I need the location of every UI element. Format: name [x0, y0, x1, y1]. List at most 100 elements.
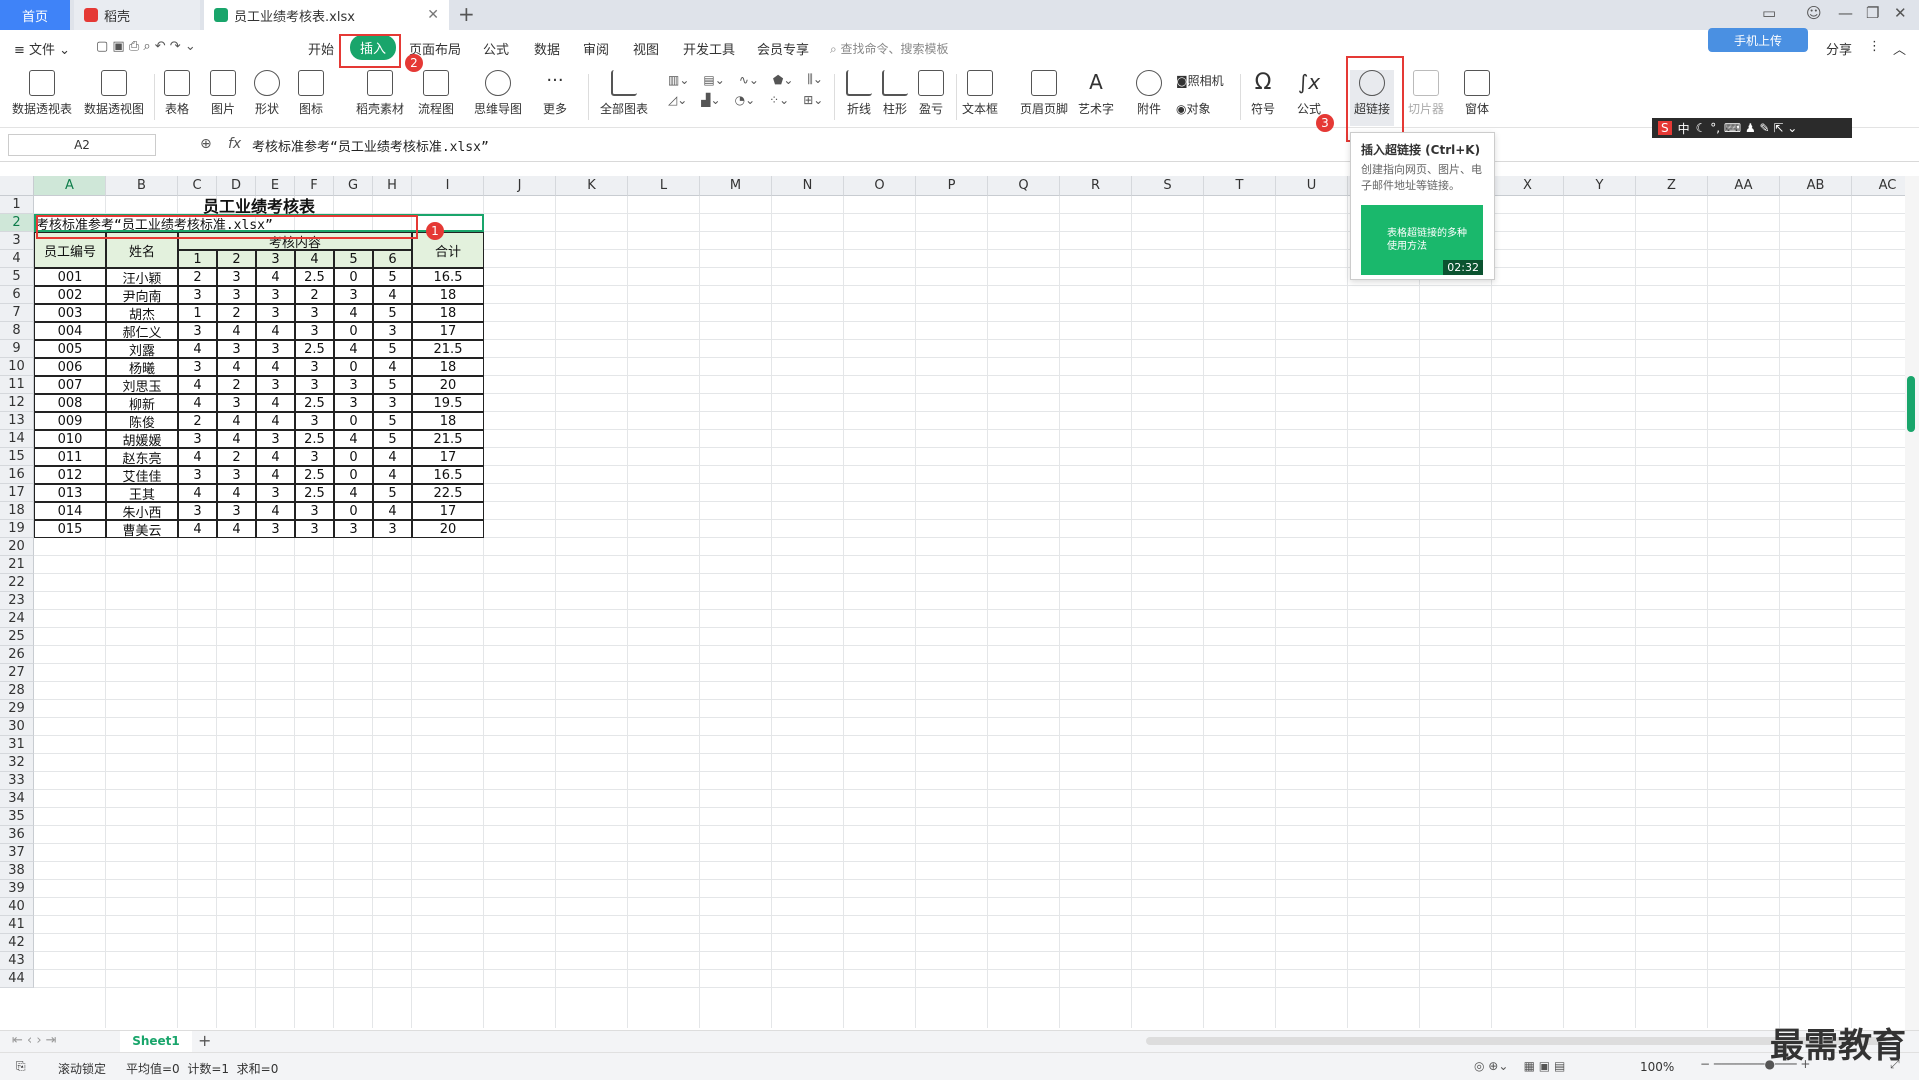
table-cell[interactable]: 008	[34, 394, 106, 412]
table-cell[interactable]: 0	[334, 448, 373, 466]
sheet-tab-sheet1[interactable]: Sheet1	[120, 1031, 192, 1052]
menu-start[interactable]: 开始	[308, 39, 334, 58]
row-header[interactable]: 3	[0, 232, 34, 250]
row-header[interactable]: 35	[0, 808, 34, 826]
row-header[interactable]: 18	[0, 502, 34, 520]
column-header[interactable]: T	[1204, 176, 1276, 196]
pie-chart-icon[interactable]: ◔⌄	[735, 93, 756, 107]
table-cell[interactable]: 3	[178, 466, 217, 484]
menu-view[interactable]: 视图	[633, 39, 659, 58]
picture-button[interactable]: 图片	[210, 70, 236, 117]
table-cell[interactable]: 4	[178, 394, 217, 412]
column-header[interactable]: G	[334, 176, 373, 196]
column-header[interactable]: Q	[988, 176, 1060, 196]
row-header[interactable]: 38	[0, 862, 34, 880]
column-header[interactable]: S	[1132, 176, 1204, 196]
column-header[interactable]: L	[628, 176, 700, 196]
table-cell[interactable]: 4	[256, 412, 295, 430]
row-header[interactable]: 36	[0, 826, 34, 844]
table-cell[interactable]: 2	[217, 304, 256, 322]
table-cell[interactable]: 4	[334, 304, 373, 322]
header-total[interactable]: 合计	[412, 232, 484, 268]
other-chart-icon[interactable]: ⊞⌄	[803, 93, 823, 107]
table-cell[interactable]: 3	[256, 304, 295, 322]
table-cell[interactable]: 4	[373, 358, 412, 376]
area-chart-icon[interactable]: ◿⌄	[668, 93, 687, 107]
ime-mode[interactable]: 中	[1678, 120, 1690, 137]
camera-button[interactable]: ◙ 照相机	[1176, 72, 1224, 89]
menu-dev-tools[interactable]: 开发工具	[683, 39, 735, 58]
spreadsheet-grid[interactable]: ABCDEFGHIJKLMNOPQRSTUVWXYZAAABAC 1234567…	[0, 176, 1905, 1028]
table-cell[interactable]: 胡杰	[106, 304, 178, 323]
table-cell[interactable]: 3	[295, 304, 334, 322]
table-cell[interactable]: 3	[334, 376, 373, 394]
vertical-scrollbar[interactable]	[1905, 176, 1919, 1030]
table-cell[interactable]: 3	[178, 286, 217, 304]
ime-tools-icons[interactable]: ☾ °, ⌨ ♟ ✎ ⇱ ⌄	[1696, 121, 1798, 135]
close-window-icon[interactable]: ✕	[1894, 4, 1907, 22]
stock-chart-icon[interactable]: ⫼⌄	[807, 72, 823, 87]
table-cell[interactable]: 5	[373, 376, 412, 394]
table-cell[interactable]: 4	[373, 466, 412, 484]
table-cell[interactable]: 1	[178, 304, 217, 322]
table-cell[interactable]: 2	[217, 376, 256, 394]
table-cell[interactable]: 王其	[106, 484, 178, 503]
table-cell[interactable]: 20	[412, 520, 484, 538]
table-cell[interactable]: 3	[256, 520, 295, 538]
row-header[interactable]: 29	[0, 700, 34, 718]
row-header[interactable]: 37	[0, 844, 34, 862]
pivot-chart-button[interactable]: 数据透视图	[84, 70, 144, 117]
zoom-formula-icon[interactable]: ⊕	[200, 136, 212, 152]
table-cell[interactable]: 003	[34, 304, 106, 322]
table-cell[interactable]: 3	[256, 286, 295, 304]
table-cell[interactable]: 013	[34, 484, 106, 502]
row-header[interactable]: 11	[0, 376, 34, 394]
object-button[interactable]: ◉ 对象	[1176, 100, 1211, 117]
table-cell[interactable]: 3	[178, 358, 217, 376]
tab-daoke[interactable]: 稻壳	[74, 0, 200, 30]
table-cell[interactable]: 18	[412, 358, 484, 376]
table-cell[interactable]: 2	[217, 448, 256, 466]
table-cell[interactable]: 004	[34, 322, 106, 340]
column-header[interactable]: AC	[1852, 176, 1905, 196]
table-cell[interactable]: 刘露	[106, 340, 178, 359]
ime-toolbar[interactable]: S 中 ☾ °, ⌨ ♟ ✎ ⇱ ⌄	[1652, 118, 1852, 138]
table-cell[interactable]: 2.5	[295, 340, 334, 358]
table-cell[interactable]: 3	[217, 340, 256, 358]
row-header[interactable]: 39	[0, 880, 34, 898]
table-cell[interactable]: 3	[295, 322, 334, 340]
sheet-nav-icons[interactable]: ⇤ ‹ › ⇥	[12, 1033, 57, 1048]
row-header[interactable]: 34	[0, 790, 34, 808]
row-header[interactable]: 43	[0, 952, 34, 970]
table-cell[interactable]: 2.5	[295, 484, 334, 502]
table-cell[interactable]: 3	[217, 466, 256, 484]
symbol-button[interactable]: Ω 符号	[1250, 70, 1276, 117]
table-cell[interactable]: 4	[256, 322, 295, 340]
column-header[interactable]: O	[844, 176, 916, 196]
subheader-5[interactable]: 5	[334, 250, 373, 268]
table-cell[interactable]: 尹向南	[106, 286, 178, 305]
table-cell[interactable]: 014	[34, 502, 106, 520]
table-cell[interactable]: 3	[217, 394, 256, 412]
attachment-button[interactable]: 附件	[1136, 70, 1162, 117]
table-cell[interactable]: 郝仁义	[106, 322, 178, 341]
tab-file[interactable]: 员工业绩考核表.xlsx ✕	[204, 0, 449, 30]
table-cell[interactable]: 3	[178, 502, 217, 520]
shape-button[interactable]: 形状	[254, 70, 280, 117]
table-cell[interactable]: 4	[217, 430, 256, 448]
chart-type-grid[interactable]: ▥⌄ ▤⌄ ∿⌄ ⬟⌄ ⫼⌄ ◿⌄ ▟⌄ ◔⌄ ⁘⌄ ⊞⌄	[668, 72, 828, 107]
row-header[interactable]: 12	[0, 394, 34, 412]
table-cell[interactable]: 3	[295, 412, 334, 430]
row-header[interactable]: 15	[0, 448, 34, 466]
row-header[interactable]: 19	[0, 520, 34, 538]
table-cell[interactable]: 17	[412, 448, 484, 466]
table-cell[interactable]: 2.5	[295, 394, 334, 412]
column-header[interactable]: M	[700, 176, 772, 196]
collapse-ribbon-icon[interactable]: ︿	[1893, 39, 1906, 58]
textbox-button[interactable]: 文本框	[962, 70, 998, 117]
table-cell[interactable]: 3	[373, 520, 412, 538]
table-cell[interactable]: 4	[217, 520, 256, 538]
column-header[interactable]: J	[484, 176, 556, 196]
row-header[interactable]: 28	[0, 682, 34, 700]
table-cell[interactable]: 012	[34, 466, 106, 484]
